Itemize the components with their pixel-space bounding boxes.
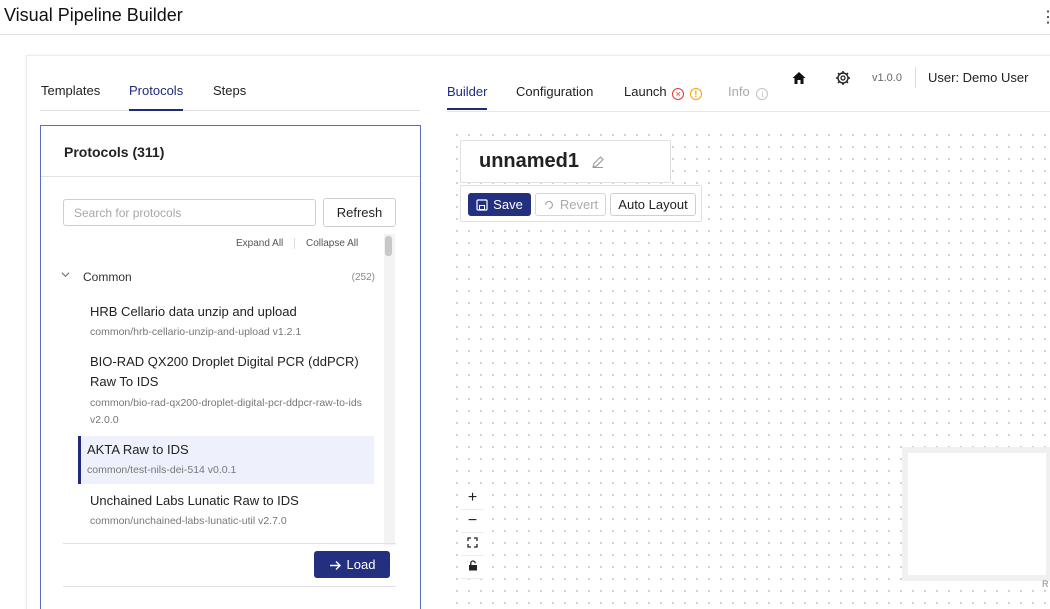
divider bbox=[915, 67, 916, 88]
app-header: Visual Pipeline Builder ⋮ bbox=[0, 0, 1050, 35]
protocol-name: AKTA Raw to IDS bbox=[87, 442, 189, 457]
protocol-subtitle: common/unchained-labs-lunatic-util v2.7.… bbox=[90, 515, 287, 527]
divider bbox=[41, 176, 420, 177]
search-input[interactable] bbox=[63, 199, 316, 226]
divider bbox=[447, 111, 1050, 112]
tab-launch[interactable]: Launch × ! bbox=[624, 84, 702, 110]
arrow-right-icon bbox=[329, 561, 341, 570]
protocols-panel: Protocols (311) Refresh Expand All Colla… bbox=[40, 125, 421, 609]
protocol-subtitle: common/hrb-cellario-unzip-and-upload v1.… bbox=[90, 326, 302, 338]
tab-configuration[interactable]: Configuration bbox=[516, 84, 593, 110]
tab-steps[interactable]: Steps bbox=[213, 83, 246, 111]
group-count: (252) bbox=[351, 272, 375, 283]
revert-icon bbox=[544, 200, 553, 210]
divider bbox=[294, 238, 295, 249]
left-tab-bar: Templates Protocols Steps bbox=[40, 76, 420, 111]
attribution-text: R bbox=[1042, 579, 1049, 589]
tab-protocols[interactable]: Protocols bbox=[129, 83, 184, 111]
warning-icon: ! bbox=[689, 88, 702, 100]
chevron-down-icon bbox=[61, 270, 70, 282]
panel-title: Protocols (311) bbox=[64, 144, 165, 160]
fit-view-button[interactable] bbox=[461, 533, 484, 556]
fit-view-icon bbox=[467, 537, 478, 548]
group-name: Common bbox=[83, 270, 132, 284]
divider bbox=[63, 586, 396, 587]
version-label: v1.0.0 bbox=[872, 72, 902, 84]
revert-button[interactable]: Revert bbox=[535, 193, 606, 216]
pipeline-name[interactable]: unnamed1 bbox=[479, 150, 579, 173]
edit-icon[interactable] bbox=[591, 155, 605, 169]
tab-info-label: Info bbox=[728, 84, 750, 99]
load-button[interactable]: Load bbox=[314, 551, 390, 578]
zoom-in-button[interactable]: + bbox=[461, 487, 484, 510]
pipeline-name-box: unnamed1 bbox=[460, 140, 671, 183]
protocol-subtitle: common/test-nils-dei-514 v0.0.1 bbox=[87, 464, 237, 476]
home-icon[interactable] bbox=[791, 70, 807, 86]
protocol-list-item[interactable]: Unchained Labs Lunatic Raw to IDS common… bbox=[78, 488, 374, 536]
load-label: Load bbox=[346, 557, 376, 572]
scrollbar-thumb[interactable] bbox=[385, 236, 392, 256]
auto-layout-button[interactable]: Auto Layout bbox=[610, 193, 696, 216]
protocol-list-item[interactable]: BIO-RAD QX200 Droplet Digital PCR (ddPCR… bbox=[78, 349, 374, 433]
collapse-all-link[interactable]: Collapse All bbox=[306, 238, 358, 249]
tab-templates[interactable]: Templates bbox=[41, 83, 100, 111]
protocol-name: Unchained Labs Lunatic Raw to IDS bbox=[90, 493, 299, 508]
protocol-list-item[interactable]: HRB Cellario data unzip and upload commo… bbox=[78, 298, 374, 346]
tab-launch-label: Launch bbox=[624, 84, 667, 99]
kebab-menu-icon[interactable]: ⋮ bbox=[1040, 9, 1050, 27]
user-label[interactable]: User: Demo User bbox=[928, 70, 1028, 85]
gear-icon[interactable] bbox=[835, 70, 851, 86]
scrollbar[interactable] bbox=[384, 234, 395, 545]
info-icon: i bbox=[756, 88, 769, 100]
group-common[interactable]: Common (252) bbox=[61, 268, 381, 288]
expand-all-link[interactable]: Expand All bbox=[236, 238, 283, 249]
protocol-subtitle: common/bio-rad-qx200-droplet-digital-pcr… bbox=[90, 397, 362, 426]
save-button[interactable]: Save bbox=[468, 193, 531, 216]
minimap[interactable] bbox=[902, 447, 1050, 581]
canvas-toolbar: Save Revert Auto Layout bbox=[460, 185, 702, 222]
save-icon bbox=[476, 199, 488, 211]
protocol-name: BIO-RAD QX200 Droplet Digital PCR (ddPCR… bbox=[90, 354, 359, 389]
lock-button[interactable] bbox=[461, 556, 484, 579]
error-icon: × bbox=[672, 88, 685, 100]
app-title: Visual Pipeline Builder bbox=[4, 5, 183, 25]
zoom-out-button[interactable]: − bbox=[461, 510, 484, 533]
lock-icon bbox=[468, 560, 477, 571]
tab-info[interactable]: Info i bbox=[728, 84, 769, 110]
protocol-list-item-selected[interactable]: AKTA Raw to IDS common/test-nils-dei-514… bbox=[78, 436, 374, 484]
divider bbox=[63, 543, 396, 544]
refresh-button[interactable]: Refresh bbox=[323, 198, 396, 227]
revert-label: Revert bbox=[559, 197, 599, 212]
save-label: Save bbox=[493, 197, 523, 212]
tab-builder[interactable]: Builder bbox=[447, 84, 488, 110]
protocol-name: HRB Cellario data unzip and upload bbox=[90, 304, 297, 319]
